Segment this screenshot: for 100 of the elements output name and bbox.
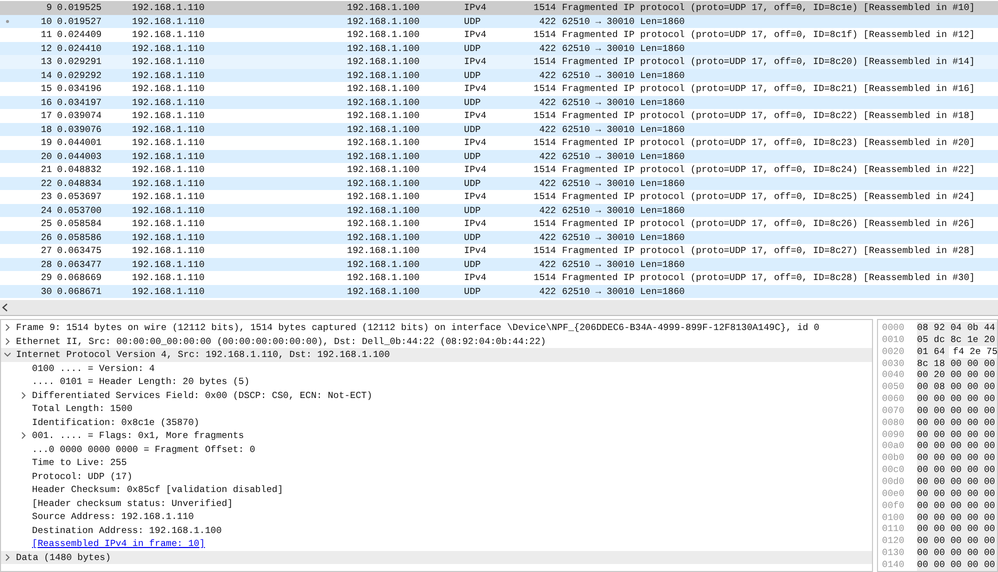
destination-address: 192.168.1.100 (347, 2, 420, 13)
tree-item[interactable]: [Header checksum status: Unverified] (32, 496, 233, 510)
tree-item[interactable]: Time to Live: 255 (32, 456, 127, 470)
hex-bytes: 00 00 00 00 00 (917, 512, 997, 524)
packet-row[interactable]: 26 0.058586 192.168.1.110 192.168.1.100 UDP 422 62510 → 30010 Len=1860 (0, 230, 998, 244)
packet-time: 0.053697 (57, 191, 102, 202)
packet-length: 422 (539, 42, 556, 54)
packet-row[interactable]: 10 0.019527 192.168.1.110 192.168.1.100 UDP 422 62510 → 30010 Len=1860 (0, 14, 998, 28)
packet-info: Fragmented IP protocol (proto=UDP 17, off=0, ID=8c1e) [Reassembled in #10] (562, 2, 975, 13)
byte-offset: 0120 (882, 535, 906, 548)
source-address: 192.168.1.110 (132, 191, 205, 202)
packet-time: 0.034196 (57, 83, 102, 94)
tree-item[interactable]: ...0 0000 0000 0000 = Fragment Offset: 0 (32, 442, 256, 456)
hex-bytes: 08 92 04 0b 44 (917, 322, 997, 334)
packet-row[interactable]: 18 0.039076 192.168.1.110 192.168.1.100 UDP 422 62510 → 30010 Len=1860 (0, 122, 998, 136)
byte-offset: 0010 (882, 334, 906, 346)
packet-info: Fragmented IP protocol (proto=UDP 17, off=0, ID=8c21) [Reassembled in #16] (562, 83, 975, 94)
packet-number: 26 (40, 232, 52, 242)
tree-item[interactable]: Identification: 0x8c1e (35870) (32, 416, 200, 429)
hex-bytes: 00 00 00 00 00 (917, 393, 997, 405)
tree-item[interactable]: Ethernet II, Src: 00:00:00_00:00:00 (00:00:00:00:00:00), Dst: Dell_0b:44:22 (08:92:04:0b:44:22) (16, 334, 546, 348)
packet-row[interactable]: 14 0.029292 192.168.1.110 192.168.1.100 UDP 422 62510 → 30010 Len=1860 (0, 68, 998, 82)
byte-offset: 0080 (882, 416, 906, 429)
destination-address: 192.168.1.100 (347, 258, 420, 270)
destination-address: 192.168.1.100 (347, 83, 420, 94)
source-address: 192.168.1.110 (132, 124, 205, 134)
tree-item[interactable]: Total Length: 1500 (32, 402, 132, 416)
packet-row[interactable]: 13 0.029291 192.168.1.110 192.168.1.100 IPv4 1514 Fragmented IP protocol (proto=UDP 17, off=0, ID=8c20) [Reassembled in #14] (0, 55, 998, 68)
packet-number: 28 (40, 258, 52, 270)
packet-info: 62510 → 30010 Len=1860 (562, 42, 685, 54)
packet-info: 62510 → 30010 Len=1860 (562, 178, 685, 188)
protocol: IPv4 (464, 272, 486, 283)
protocol: UDP (464, 96, 481, 108)
tree-item[interactable]: Differentiated Services Field: 0x00 (DSCP: CS0, ECN: Not-ECT) (32, 388, 372, 402)
packet-row[interactable]: 28 0.063477 192.168.1.110 192.168.1.100 UDP 422 62510 → 30010 Len=1860 (0, 258, 998, 271)
packet-row[interactable]: 24 0.053700 192.168.1.110 192.168.1.100 UDP 422 62510 → 30010 Len=1860 (0, 204, 998, 217)
destination-address: 192.168.1.100 (347, 56, 420, 67)
destination-address: 192.168.1.100 (347, 70, 420, 80)
hex-bytes: 00 00 00 00 00 (917, 428, 997, 440)
protocol: UDP (464, 42, 481, 54)
packet-number: 25 (40, 218, 52, 229)
tree-item[interactable]: Protocol: UDP (17) (32, 470, 132, 483)
packet-row[interactable]: 30 0.068671 192.168.1.110 192.168.1.100 UDP 422 62510 → 30010 Len=1860 (0, 284, 998, 298)
packet-time: 0.053700 (57, 204, 102, 216)
byte-offset: 0140 (882, 558, 906, 571)
packet-time: 0.048832 (57, 164, 102, 175)
packet-row[interactable]: 22 0.048834 192.168.1.110 192.168.1.100 UDP 422 62510 → 30010 Len=1860 (0, 176, 998, 190)
scroll-left-icon[interactable] (2, 303, 8, 312)
packet-length: 1514 (534, 137, 556, 148)
horizontal-scrollbar[interactable] (0, 300, 998, 316)
byte-offset: 00b0 (882, 452, 906, 464)
byte-offset: 0050 (882, 381, 906, 394)
packet-time: 0.024409 (57, 29, 102, 40)
protocol: UDP (464, 232, 481, 242)
destination-address: 192.168.1.100 (347, 124, 420, 134)
packet-time: 0.044001 (57, 137, 102, 148)
packet-row[interactable]: 16 0.034197 192.168.1.110 192.168.1.100 UDP 422 62510 → 30010 Len=1860 (0, 96, 998, 109)
hex-bytes: 01 64 (917, 346, 949, 358)
destination-address: 192.168.1.100 (347, 164, 420, 175)
protocol: IPv4 (464, 56, 486, 67)
packet-time: 0.019525 (57, 2, 102, 13)
packet-number: 12 (40, 42, 52, 54)
reassembled-frame-link[interactable]: [Reassembled IPv4 in frame: 10] (32, 537, 205, 550)
protocol: IPv4 (464, 164, 486, 175)
packet-row[interactable]: 9 0.019525 192.168.1.110 192.168.1.100 IPv4 1514 Fragmented IP protocol (proto=UDP 17, off=0, ID=8c1e) [Reassembled in #10] (0, 1, 998, 14)
packet-number: 10 (40, 16, 52, 26)
source-address: 192.168.1.110 (132, 258, 205, 270)
tree-item[interactable]: .... 0101 = Header Length: 20 bytes (5) (32, 375, 250, 388)
packet-info: 62510 → 30010 Len=1860 (562, 286, 685, 296)
packet-row[interactable]: 12 0.024410 192.168.1.110 192.168.1.100 UDP 422 62510 → 30010 Len=1860 (0, 42, 998, 55)
packet-length: 1514 (534, 29, 556, 40)
tree-item[interactable]: Frame 9: 1514 bytes on wire (12112 bits), 1514 bytes captured (12112 bits) on interface \Device\NPF_{206DDEC6-B34A-4999-899F-12F8130A149C}, id 0 (16, 321, 820, 334)
hex-bytes: 00 00 00 00 00 (917, 558, 997, 571)
tree-item[interactable]: 0100 .... = Version: 4 (32, 362, 155, 375)
packet-length: 1514 (534, 2, 556, 13)
packet-info: Fragmented IP protocol (proto=UDP 17, off=0, ID=8c24) [Reassembled in #22] (562, 164, 975, 175)
tree-item[interactable]: Source Address: 192.168.1.110 (32, 510, 194, 524)
packet-length: 422 (539, 96, 556, 108)
destination-address: 192.168.1.100 (347, 137, 420, 148)
tree-item[interactable]: 001. .... = Flags: 0x1, More fragments (32, 429, 244, 442)
byte-offset: 0110 (882, 523, 906, 536)
destination-address: 192.168.1.100 (347, 204, 420, 216)
packet-number: 19 (40, 137, 52, 148)
packet-length: 422 (539, 150, 556, 162)
hex-bytes: 00 20 00 00 00 (917, 369, 997, 382)
tree-item[interactable]: Destination Address: 192.168.1.100 (32, 524, 222, 537)
tree-item[interactable]: Data (1480 bytes) (16, 550, 111, 564)
hex-bytes: 00 00 00 00 00 (917, 476, 997, 488)
protocol: UDP (464, 258, 481, 270)
packet-time: 0.029291 (57, 56, 102, 67)
tree-item[interactable]: Header Checksum: 0x85cf [validation disabled] (32, 483, 284, 496)
packet-info: Fragmented IP protocol (proto=UDP 17, off=0, ID=8c27) [Reassembled in #28] (562, 245, 975, 256)
source-address: 192.168.1.110 (132, 150, 205, 162)
packet-number: 16 (40, 96, 52, 108)
packet-time: 0.068669 (57, 272, 102, 283)
source-address: 192.168.1.110 (132, 272, 205, 283)
packet-row[interactable]: 20 0.044003 192.168.1.110 192.168.1.100 UDP 422 62510 → 30010 Len=1860 (0, 150, 998, 163)
packet-length: 422 (539, 124, 556, 134)
packet-info: 62510 → 30010 Len=1860 (562, 258, 685, 270)
packet-time: 0.058584 (57, 218, 102, 229)
